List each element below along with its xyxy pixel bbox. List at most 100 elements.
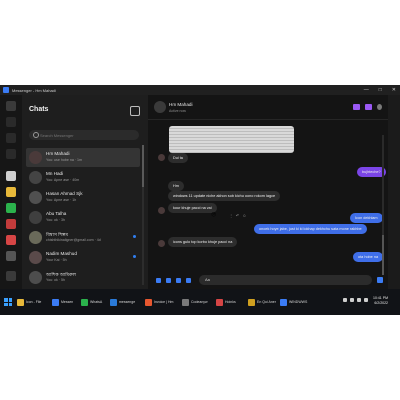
sticker-icon[interactable] [176,278,181,283]
messenger-icon [52,298,59,306]
message-outgoing: onoek hoye jabe, just ki ki lokhap dekhc… [254,224,367,234]
taskbar-item-quiz[interactable]: En Qui Aner [248,298,276,306]
contact-avatar-1-icon[interactable] [6,171,16,181]
message-incoming: Hm [168,181,184,191]
chat-preview: You: Apne ase · 1h [46,198,77,202]
avatar [158,207,165,214]
chat-name: Hasan Ahmad Sjk [46,191,83,196]
taskbar-label: WhatsA [90,300,103,304]
avatar [29,251,42,264]
chats-nav-icon[interactable] [6,101,16,111]
taskbar-item-whatsapp[interactable]: WhatsA [81,298,102,306]
chat-preview: You: ok · 5h [46,278,66,282]
taskbar-item-vscode[interactable]: messenge [110,298,135,306]
chat-preview: You: ok · 3h [46,218,66,222]
message-actions: ⋮ ↶ ☺ [229,213,246,218]
chat-list-scrollbar[interactable] [142,145,144,285]
contact-avatar-6-icon[interactable] [6,251,16,261]
more-icon[interactable]: ⋮ [229,213,233,218]
plus-icon[interactable] [156,278,161,283]
people-nav-icon[interactable] [6,117,16,127]
chat-preview: You: Apne ase · 40m [46,178,80,182]
taskbar-label: Hoinks [225,300,236,304]
minimize-icon[interactable]: — [364,87,369,93]
taskbar-item-windows[interactable]: WINDWWS [280,298,307,306]
image-icon[interactable] [166,278,171,283]
search-icon [33,132,39,138]
brave-icon [145,298,152,306]
chat-name: Mn Hadi [46,171,64,176]
maximize-icon[interactable]: □ [379,87,382,93]
contact-avatar-2-icon[interactable] [6,187,16,197]
contact-avatar-5-icon[interactable] [6,235,16,245]
conversation-scrollbar[interactable] [382,135,384,275]
avatar [158,240,165,247]
gif-icon[interactable] [186,278,191,283]
clock-date: 6/2/2022 [374,301,388,305]
wifi-icon[interactable] [350,298,354,302]
avatar [29,171,42,184]
active-status: Active now [169,109,186,113]
chevron-up-icon[interactable] [343,298,347,302]
contact-avatar-4-icon[interactable] [6,219,16,229]
profile-avatar-icon[interactable] [6,271,16,281]
left-rail [0,95,22,289]
chat-item-group-1[interactable]: বিশ্বাস শিল্পম chishthikinaligner@gmail.… [26,228,140,247]
reply-icon[interactable]: ↶ [236,213,239,218]
taskbar-item-brave[interactable]: Invoice | Hm [145,298,173,306]
conversation-panel: Hm Mahadi Active now Dui ta bujhteche? H… [148,95,388,289]
chat-item-abu-talha[interactable]: Abu Talha You: ok · 3h [26,208,140,227]
avatar [29,271,42,284]
message-input[interactable]: Aa [199,275,372,285]
shared-screenshot-image[interactable] [169,126,294,153]
whatsapp-icon [81,298,88,306]
chat-item-hasan-ahmad[interactable]: Hasan Ahmad Sjk You: Apne ase · 1h [26,188,140,207]
requests-nav-icon[interactable] [6,133,16,143]
search-input[interactable] [40,130,135,140]
taskbar-label: messenge [119,300,136,304]
title-bar: Messenger - Hm Mahadi — □ ✕ [0,85,400,95]
avatar [29,211,42,224]
avatar[interactable] [154,101,166,113]
audio-call-icon[interactable] [353,104,360,110]
unread-dot [133,235,136,238]
taskbar-item-hoinks[interactable]: Hoinks [216,298,236,306]
chat-name: Nadim Mashud [46,251,77,256]
avatar [29,151,42,164]
chat-preview: You: use hobe na · 1m [46,158,83,162]
message-outgoing: ota hobe na [353,252,384,262]
close-icon[interactable]: ✕ [392,87,396,93]
system-tray[interactable] [343,298,368,302]
taskbar-item-file-explorer[interactable]: Icon - File [17,298,41,306]
chat-item-group-2[interactable]: আশিক আমিরুল You: ok · 5h [26,268,140,287]
avatar [29,191,42,204]
avatar [29,231,42,244]
taskbar-label: Messen [61,300,74,304]
taskbar-item-codeanywhere[interactable]: Codeanyw [182,298,208,306]
chat-item-nadim-mashud[interactable]: Nadim Mashud Your Kai · 5h [26,248,140,267]
compose-icon[interactable] [130,106,140,116]
message-incoming: kour khuje pacci na vai [168,203,217,213]
contact-name[interactable]: Hm Mahadi [169,102,193,107]
message-incoming: windows 11 update niche akhon sob kichu … [168,191,281,201]
react-icon[interactable]: ☺ [242,213,246,218]
video-call-icon[interactable] [365,104,372,110]
taskbar-item-messenger[interactable]: Messen [52,298,73,306]
system-clock[interactable]: 10:41 PM 6/2/2022 [373,296,388,306]
archive-nav-icon[interactable] [6,149,16,159]
taskbar-label: Icon - File [26,300,42,304]
message-incoming: Dui ta [168,153,188,163]
like-icon[interactable] [377,277,383,283]
battery-icon[interactable] [364,298,368,302]
info-icon[interactable] [377,104,382,110]
chat-item-mn-hadi[interactable]: Mn Hadi You: Apne ase · 40m [26,168,140,187]
volume-icon[interactable] [357,298,361,302]
message-outgoing: Icon dekhlam [350,213,383,223]
chat-name: Abu Talha [46,211,67,216]
contact-avatar-3-icon[interactable] [6,203,16,213]
start-button[interactable] [4,298,12,306]
search-box[interactable] [29,130,139,140]
chat-preview: chishthikinaligner@gmail.com · 4d [46,238,101,242]
chat-item-hm-mahadi[interactable]: Hm Mahadi You: use hobe na · 1m [26,148,140,167]
chat-preview: Your Kai · 5h [46,258,67,262]
